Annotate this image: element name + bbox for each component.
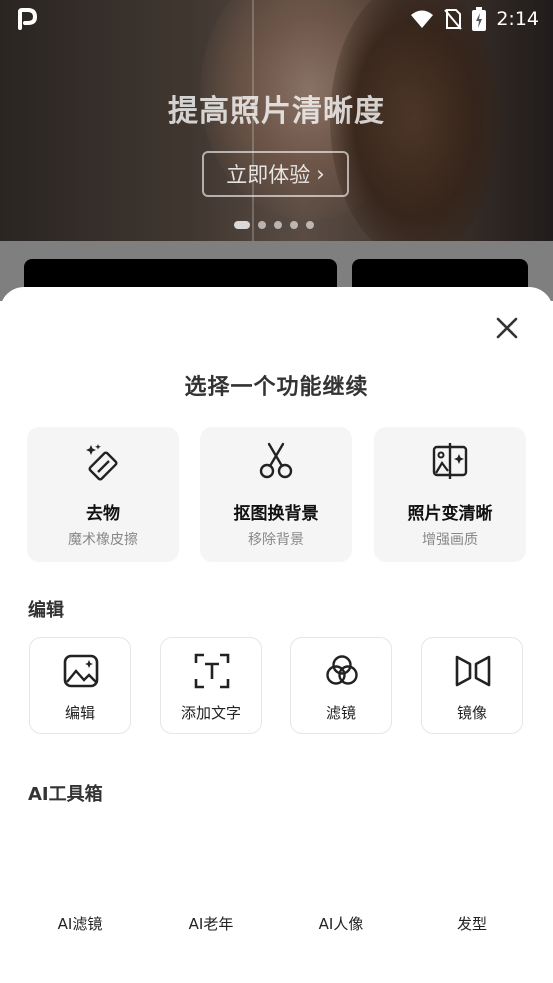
ai-tool-portrait[interactable]: AI人像 (281, 913, 401, 934)
feature-photo-enhance[interactable]: 照片变清晰 增强画质 (374, 427, 526, 562)
status-bar: 2:14 (410, 6, 539, 32)
mirror-icon (455, 655, 491, 687)
enhance-photo-icon (432, 443, 468, 479)
try-now-button[interactable]: 立即体验 › (202, 151, 349, 197)
carousel-dot-active (234, 221, 250, 229)
close-icon[interactable] (492, 313, 522, 343)
try-now-label: 立即体验 (226, 163, 311, 187)
tool-edit[interactable]: 编辑 (29, 637, 131, 734)
tool-filter[interactable]: 滤镜 (290, 637, 392, 734)
tool-name: 添加文字 (180, 704, 241, 722)
feature-subtitle: 增强画质 (422, 532, 478, 548)
wifi-icon (411, 10, 434, 28)
tool-name: 编辑 (64, 704, 95, 722)
tool-mirror[interactable]: 镜像 (421, 637, 523, 734)
scissors-icon (259, 442, 293, 479)
section-title-edit: 编辑 (28, 600, 64, 621)
feature-background-replace[interactable]: 抠图换背景 移除背景 (200, 427, 352, 562)
filter-icon (326, 655, 358, 685)
section-title-ai-toolbox: AI工具箱 (28, 784, 103, 805)
carousel-dot (274, 221, 282, 229)
chevron-right-icon: › (316, 162, 325, 186)
carousel-dots (234, 221, 314, 229)
feature-bottom-sheet: 选择一个功能继续 去物 魔术橡皮擦 抠图换背景 移除背景 照片变清晰 增强画质 … (0, 287, 553, 983)
tool-add-text[interactable]: 添加文字 (160, 637, 262, 734)
feature-subtitle: 魔术橡皮擦 (68, 532, 138, 548)
magic-eraser-icon (86, 444, 118, 481)
carousel-dot (258, 221, 266, 229)
banner-title: 提高照片清晰度 (168, 94, 385, 129)
status-time: 2:14 (496, 8, 539, 30)
promo-banner[interactable]: 2:14 提高照片清晰度 立即体验 › (0, 0, 553, 241)
ai-tool-aging[interactable]: AI老年 (151, 913, 271, 934)
feature-name: 抠图换背景 (233, 504, 319, 524)
ai-tool-filter[interactable]: AI滤镜 (20, 913, 140, 934)
feature-object-removal[interactable]: 去物 魔术橡皮擦 (27, 427, 179, 562)
tool-name: 滤镜 (325, 704, 356, 722)
sheet-title: 选择一个功能继续 (184, 375, 369, 400)
battery-charging-icon (472, 7, 487, 31)
feature-name: 照片变清晰 (407, 504, 493, 524)
carousel-dot (290, 221, 298, 229)
no-sim-icon (444, 9, 463, 30)
carousel-dot (306, 221, 314, 229)
feature-name: 去物 (86, 504, 120, 524)
app-logo-icon (18, 8, 38, 30)
tool-name: 镜像 (456, 704, 487, 722)
add-text-icon (194, 653, 230, 689)
ai-tool-hairstyle[interactable]: 发型 (412, 913, 532, 934)
image-edit-icon (63, 654, 99, 688)
feature-subtitle: 移除背景 (248, 532, 304, 548)
